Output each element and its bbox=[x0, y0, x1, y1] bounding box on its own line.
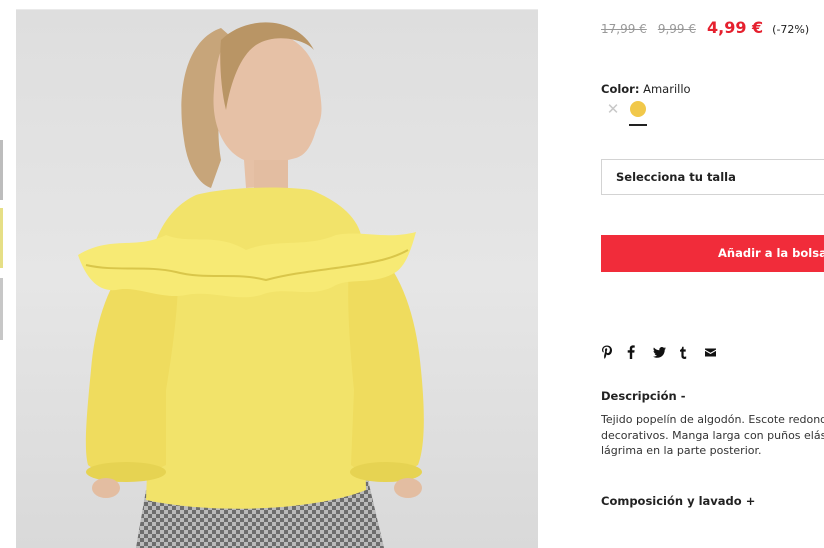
color-label: Color: bbox=[601, 82, 640, 96]
twitter-icon[interactable] bbox=[653, 346, 679, 358]
thumbnail-2[interactable] bbox=[0, 208, 3, 268]
description-toggle[interactable]: Descripción - bbox=[601, 389, 685, 403]
facebook-icon[interactable] bbox=[627, 345, 653, 359]
color-label-row: Color: Amarillo bbox=[601, 82, 691, 96]
current-price: 4,99 € bbox=[706, 18, 764, 37]
description-line: lágrima en la parte posterior. bbox=[601, 444, 762, 457]
thumbnail-1[interactable] bbox=[0, 140, 3, 200]
x-icon[interactable]: ✕ bbox=[605, 101, 621, 117]
previous-price: 9,99 € bbox=[657, 22, 696, 36]
color-value: Amarillo bbox=[643, 82, 691, 96]
color-swatch-amarillo[interactable] bbox=[630, 101, 646, 117]
original-price: 17,99 € bbox=[601, 22, 647, 36]
size-select[interactable]: Selecciona tu talla bbox=[601, 159, 824, 195]
description-line: Tejido popelín de algodón. Escote redond… bbox=[601, 413, 824, 426]
selected-swatch-indicator bbox=[629, 124, 647, 126]
email-icon[interactable] bbox=[705, 348, 731, 357]
description-line: decorativos. Manga larga con puños elást… bbox=[601, 428, 824, 442]
tumblr-icon[interactable] bbox=[679, 346, 705, 359]
add-to-bag-button[interactable]: Añadir a la bolsa bbox=[601, 235, 824, 272]
description-text: Tejido popelín de algodón. Escote redond… bbox=[601, 412, 824, 459]
thumbnail-strip bbox=[0, 0, 4, 548]
discount-badge: (-72%) bbox=[772, 23, 810, 36]
composition-toggle[interactable]: Composición y lavado + bbox=[601, 494, 755, 508]
thumbnail-3[interactable] bbox=[0, 278, 3, 340]
product-image[interactable] bbox=[16, 10, 538, 548]
pinterest-icon[interactable] bbox=[601, 345, 627, 359]
price-row: 17,99 € 9,99 € 4,99 € (-72%) bbox=[601, 18, 809, 42]
share-icons bbox=[601, 343, 731, 361]
